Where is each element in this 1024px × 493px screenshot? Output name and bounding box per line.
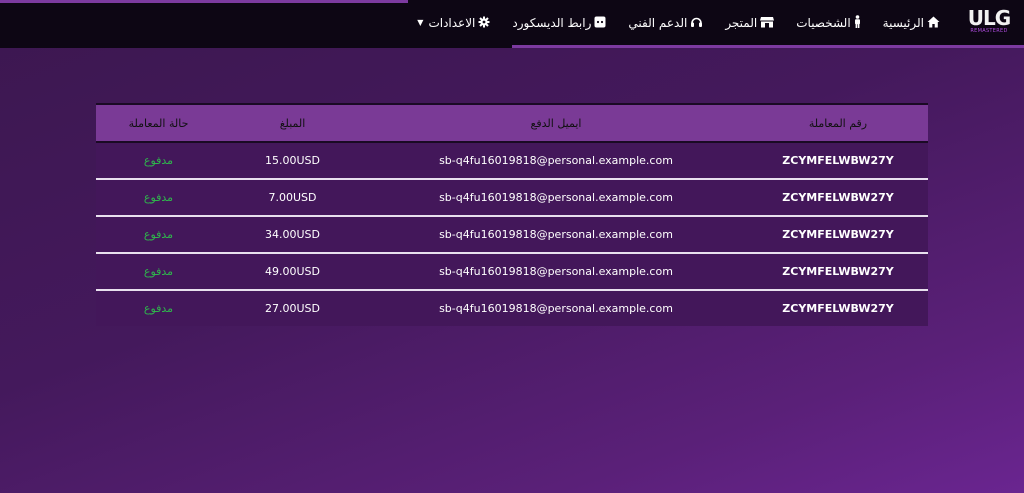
top-navbar: ULG REMASTERED الرئيسية الشخصيات المتجر <box>0 0 1024 48</box>
logo-text: ULG <box>967 6 1011 30</box>
nav-item-support[interactable]: الدعم الفني <box>628 16 703 30</box>
cell-payment-email: sb-q4fu16019818@personal.example.com <box>364 253 748 290</box>
discord-icon <box>594 16 606 30</box>
cell-status: مدفوع <box>96 290 221 326</box>
cell-amount: 7.00USD <box>221 179 364 216</box>
nav-item-store[interactable]: المتجر <box>725 15 775 30</box>
cell-status: مدفوع <box>96 253 221 290</box>
cell-transaction-id: ZCYMFELWBW27Y <box>748 179 928 216</box>
logo-subtext: REMASTERED <box>970 28 1008 34</box>
cell-transaction-id: ZCYMFELWBW27Y <box>748 290 928 326</box>
header-status: حالة المعاملة <box>128 116 189 130</box>
nav-item-settings[interactable]: الاعدادات ▼ <box>417 16 490 30</box>
nav-links: الرئيسية الشخصيات المتجر الدعم الفني راب… <box>417 0 940 45</box>
nav-item-discord[interactable]: رابط الديسكورد <box>512 16 606 30</box>
headset-icon <box>690 16 703 30</box>
person-icon <box>854 15 861 30</box>
table-row: ZCYMFELWBW27Y sb-q4fu16019818@personal.e… <box>96 253 928 290</box>
nav-label-discord: رابط الديسكورد <box>512 15 592 30</box>
table-row: ZCYMFELWBW27Y sb-q4fu16019818@personal.e… <box>96 179 928 216</box>
cell-status: مدفوع <box>96 179 221 216</box>
table-row: ZCYMFELWBW27Y sb-q4fu16019818@personal.e… <box>96 290 928 326</box>
nav-item-characters[interactable]: الشخصيات <box>796 15 860 30</box>
nav-label-support: الدعم الفني <box>628 15 688 30</box>
navbar-accent-line <box>0 0 408 3</box>
cell-payment-email: sb-q4fu16019818@personal.example.com <box>364 216 748 253</box>
cell-status: مدفوع <box>96 142 221 179</box>
nav-label-settings: الاعدادات <box>428 15 476 30</box>
cell-payment-email: sb-q4fu16019818@personal.example.com <box>364 142 748 179</box>
gear-icon <box>478 16 490 30</box>
brand-logo[interactable]: ULG REMASTERED <box>966 8 1012 38</box>
transactions-table: رقم المعاملة ايميل الدفع المبلغ حالة الم… <box>96 103 928 326</box>
cell-amount: 27.00USD <box>221 290 364 326</box>
header-payment-email: ايميل الدفع <box>530 116 582 130</box>
table-row: ZCYMFELWBW27Y sb-q4fu16019818@personal.e… <box>96 142 928 179</box>
cell-transaction-id: ZCYMFELWBW27Y <box>748 253 928 290</box>
store-icon <box>760 16 775 30</box>
cell-transaction-id: ZCYMFELWBW27Y <box>748 216 928 253</box>
nav-item-home[interactable]: الرئيسية <box>883 16 940 30</box>
cell-payment-email: sb-q4fu16019818@personal.example.com <box>364 179 748 216</box>
home-icon <box>927 16 940 30</box>
cell-status: مدفوع <box>96 216 221 253</box>
navbar-accent-underline <box>512 45 1024 48</box>
cell-amount: 34.00USD <box>221 216 364 253</box>
header-amount: المبلغ <box>279 116 306 130</box>
nav-label-characters: الشخصيات <box>796 15 851 30</box>
header-transaction-id: رقم المعاملة <box>808 116 868 130</box>
chevron-down-icon: ▼ <box>417 18 424 27</box>
cell-transaction-id: ZCYMFELWBW27Y <box>748 142 928 179</box>
nav-label-home: الرئيسية <box>882 15 924 30</box>
table-row: ZCYMFELWBW27Y sb-q4fu16019818@personal.e… <box>96 216 928 253</box>
nav-label-store: المتجر <box>725 15 758 30</box>
cell-payment-email: sb-q4fu16019818@personal.example.com <box>364 290 748 326</box>
cell-amount: 49.00USD <box>221 253 364 290</box>
table-header-row: رقم المعاملة ايميل الدفع المبلغ حالة الم… <box>96 104 928 142</box>
cell-amount: 15.00USD <box>221 142 364 179</box>
